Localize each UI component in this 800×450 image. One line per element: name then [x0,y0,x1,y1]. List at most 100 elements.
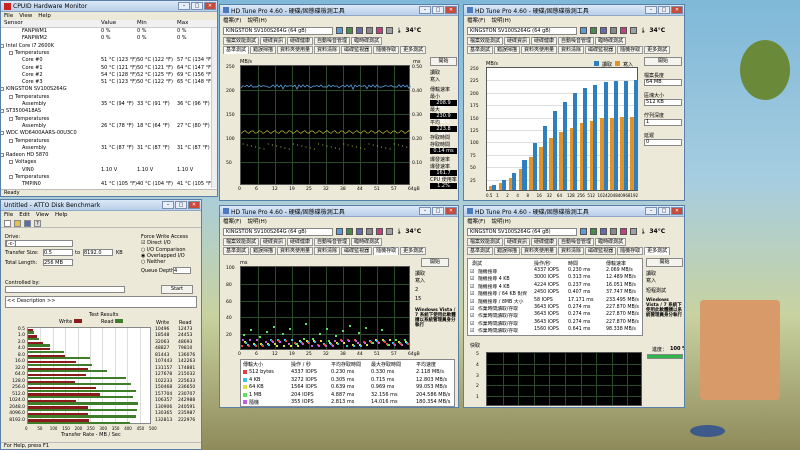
queue-depth-select[interactable]: 4 [173,267,191,274]
expand-icon[interactable] [9,175,13,179]
tab-4[interactable]: 臨時碟測試 [351,238,383,246]
table-row[interactable]: ☑ 隨機搜尋 4 KB 4224 IOPS 0.237 ms 16.051 MB/s [468,283,642,290]
minimize-button[interactable]: – [419,207,431,215]
tab-5[interactable]: 隨機存取 [373,247,400,255]
col-header[interactable]: 平均存取時間 [331,361,361,368]
maximize-button[interactable]: □ [175,201,187,209]
toolbar-icon[interactable] [376,27,383,34]
table-row[interactable]: ☑ 作業時間讀取/存取 3643 IOPS 0.274 ms 227.870 MB/s [468,312,642,319]
drive-select[interactable]: KINGSTON SV100S264G (64 gB) [223,227,333,236]
close-button[interactable]: ✕ [671,6,683,14]
tab-3[interactable]: 自動噪音管理 [314,37,351,45]
col-header[interactable]: 測試 [472,260,482,267]
option-write[interactable]: 寫入 [646,277,683,284]
tab-1[interactable]: 錯誤掃描 [250,247,277,255]
toolbar-icon[interactable] [590,228,597,235]
tab-0[interactable]: 檔案效能測試 [223,238,260,246]
tab-6[interactable]: 更多測試 [400,46,427,54]
tab-3[interactable]: 資料清除 [558,46,585,54]
toolbar-icon[interactable] [366,27,373,34]
start-button[interactable]: 開始 [644,57,682,66]
tab-0[interactable]: 基準測試 [223,247,250,255]
transfer-from-select[interactable]: 0.5 [43,249,73,256]
tab-1[interactable]: 硬碟資訊 [260,37,287,45]
expand-icon[interactable] [1,153,4,158]
col-sensor[interactable]: Sensor [4,20,23,26]
menu-edit[interactable]: Edit [19,212,30,218]
sensor-row[interactable]: Core #0 51 °C (123 °F) 50 °C (122 °F) 57 °C… [1,57,213,64]
tab-3[interactable]: 資料清除 [558,247,585,255]
maximize-button[interactable]: □ [658,207,670,215]
sensor-row[interactable]: Temperatures [1,116,213,123]
save-icon[interactable] [24,220,31,227]
check-short-stroke[interactable]: 2 [415,287,457,293]
tab-3[interactable]: 資料清除 [314,46,341,54]
col-header[interactable]: 操作/秒 [534,260,551,267]
hwmonitor-titlebar[interactable]: CPUID Hardware Monitor – □ ✕ [1,1,217,12]
start-button[interactable]: 開始 [430,57,457,66]
tab-1[interactable]: 錯誤掃描 [494,46,521,54]
tab-0[interactable]: 檔案效能測試 [223,37,260,45]
description-box[interactable]: << Description >> [5,296,197,308]
tab-1[interactable]: 錯誤掃描 [250,46,277,54]
check-gb[interactable]: 15 [415,296,457,302]
sensor-row[interactable]: KINGSTON SV100S264G [1,86,213,93]
menu-view[interactable]: View [36,212,49,218]
maximize-button[interactable]: □ [432,207,444,215]
table-row[interactable]: ☑ 作業時間讀取/存取 1560 IOPS 0.641 ms 98.338 MB/s [468,327,642,334]
sensor-row[interactable]: Temperatures [1,94,213,101]
tab-2[interactable]: 硬碟健康 [287,238,314,246]
short-stroke-checkbox[interactable]: 短程測試 [646,287,683,294]
col-header[interactable]: 時間 [568,260,578,267]
col-header[interactable]: 傳輸大小 [243,361,263,368]
table-row[interactable]: ☑ 隨機搜尋 4337 IOPS 0.230 ms 2.069 MB/s [468,268,642,275]
sensor-row[interactable]: Core #3 51 °C (123 °F) 50 °C (122 °F) 65 °C… [1,79,213,86]
sensor-row[interactable]: Assembly 35 °C (94 °F) 33 °C (91 °F) 36 °C … [1,101,213,108]
drive-select[interactable]: KINGSTON SV100S264G (64 gB) [467,227,577,236]
expand-icon[interactable] [1,87,4,92]
toolbar-icon[interactable] [376,228,383,235]
tab-1[interactable]: 硬碟資訊 [504,238,531,246]
toolbar-icon[interactable] [346,228,353,235]
start-button[interactable]: 開始 [421,258,449,267]
sensor-row[interactable]: FANPWM1 0 % 0 % 0 % [1,28,213,35]
close-button[interactable]: ✕ [204,2,216,10]
atto-titlebar[interactable]: Untitled - ATTO Disk Benchmark – □ ✕ [1,200,201,211]
col-min[interactable]: Min [137,20,147,26]
direct-io-checkbox[interactable]: ☑ Direct I/O [141,240,171,246]
tab-6[interactable]: 更多測試 [400,247,427,255]
checkbox-icon[interactable]: ☑ [470,313,474,319]
toolbar-icon[interactable] [580,27,587,34]
expand-icon[interactable] [9,160,13,165]
col-header[interactable]: 平均速度 [416,361,436,368]
toolbar-icon[interactable] [630,228,637,235]
tab-4[interactable]: 磁碟監視器 [585,247,617,255]
sensor-row[interactable]: Voltages [1,159,213,166]
close-button[interactable]: ✕ [188,201,200,209]
menu-help[interactable]: 說明(H) [247,217,266,225]
col-value[interactable]: Value [101,20,116,26]
toolbar-icon[interactable] [356,27,363,34]
tab-2[interactable]: 硬碟健康 [287,37,314,45]
menu-file[interactable]: 檔案(F) [467,16,485,24]
neither-radio[interactable]: ○ Neither [141,259,165,265]
tab-2[interactable]: 資料夾使用量 [521,247,558,255]
table-row[interactable]: 512 bytes 4337 IOPS 0.230 ms 0.330 ms 2.118 … [241,369,454,376]
minimize-button[interactable]: – [178,2,190,10]
option-read[interactable]: 讀取 [430,69,457,76]
tab-1[interactable]: 硬碟資訊 [260,238,287,246]
tab-4[interactable]: 臨時碟測試 [595,238,627,246]
close-button[interactable]: ✕ [445,207,457,215]
minimize-button[interactable]: – [645,6,657,14]
toolbar-icon[interactable] [610,228,617,235]
col-header[interactable]: 操作 / 秒 [291,361,311,368]
toolbar-icon[interactable] [610,27,617,34]
transfer-to-select[interactable]: 8192.0 [83,249,113,256]
tab-0[interactable]: 基準測試 [223,46,250,54]
minimize-button[interactable]: – [419,6,431,14]
toolbar-icon[interactable] [620,27,627,34]
col-header[interactable]: 傳輸速率 [606,260,626,267]
checkbox-icon[interactable]: ☑ [470,328,474,334]
sensor-row[interactable]: FANPWM2 0 % 0 % 0 % [1,35,213,42]
new-icon[interactable] [4,220,11,227]
